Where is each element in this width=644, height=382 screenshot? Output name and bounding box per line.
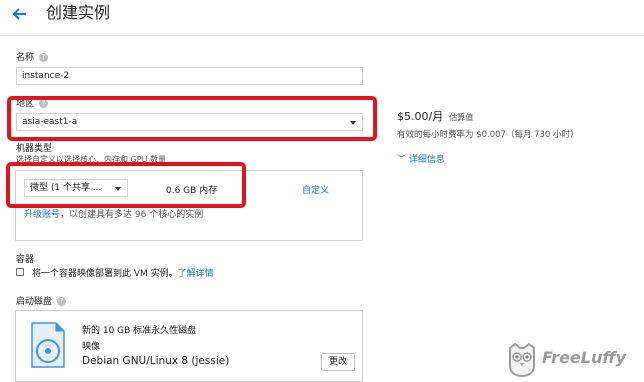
help-icon[interactable]: ? [39,53,49,62]
container-checkbox-label: 将一个容器映像部署到此 VM 实例。 [32,269,178,279]
change-disk-button[interactable]: 更改 [321,353,355,371]
estimate-label: 估算值 [449,113,474,122]
container-checkbox[interactable] [16,268,24,276]
help-icon[interactable]: ? [57,297,67,306]
name-label: 名称 [16,53,35,63]
customize-link[interactable]: 自定义 [302,183,329,196]
container-text: 将一个容器映像部署到此 VM 实例。了解详情 [32,266,214,279]
container-label: 容器 [16,255,35,265]
boot-disk-label-row: 启动磁盘? [16,296,67,308]
image-name: Debian GNU/Linux 8 (jessie) [82,355,230,367]
name-input[interactable]: instance-2 [16,67,363,85]
price-value: $5.00/月 [397,110,444,123]
boot-disk-panel: 新的 10 GB 标准永久性磁盘 映像 Debian GNU/Linux 8 (… [15,310,363,382]
boot-disk-label: 启动磁盘 [16,297,53,307]
learn-more-link[interactable]: 了解详情 [178,269,214,279]
owl-logo-icon [509,342,535,378]
back-arrow-icon[interactable] [10,4,30,24]
details-link[interactable]: ﹀ 详细信息 [397,152,445,165]
upgrade-account-link[interactable]: 升级账号 [24,210,60,220]
disk-image-icon [31,322,65,368]
watermark: FreeLuffy [500,342,640,378]
name-label-row: 名称? [16,52,49,64]
upgrade-description: ，以创建具有多达 96 个核心的实例 [60,210,204,220]
disk-description: 新的 10 GB 标准永久性磁盘 [82,326,197,336]
chevron-down-icon: ﹀ [397,155,409,165]
details-link-label: 详细信息 [408,155,445,165]
header-bar: 创建实例 [0,0,644,36]
page-title: 创建实例 [46,3,111,22]
image-label: 映像 [82,342,101,352]
price-estimate: $5.00/月 估算值 [397,108,473,124]
highlight-box-zone [7,96,377,141]
upgrade-text: 升级账号，以创建具有多达 96 个核心的实例 [24,207,203,220]
watermark-text: FreeLuffy [542,348,627,367]
hourly-rate: 有效的每小时费率为 $0.007（每月 730 小时） [397,130,579,140]
highlight-box-machine-type [6,162,246,208]
